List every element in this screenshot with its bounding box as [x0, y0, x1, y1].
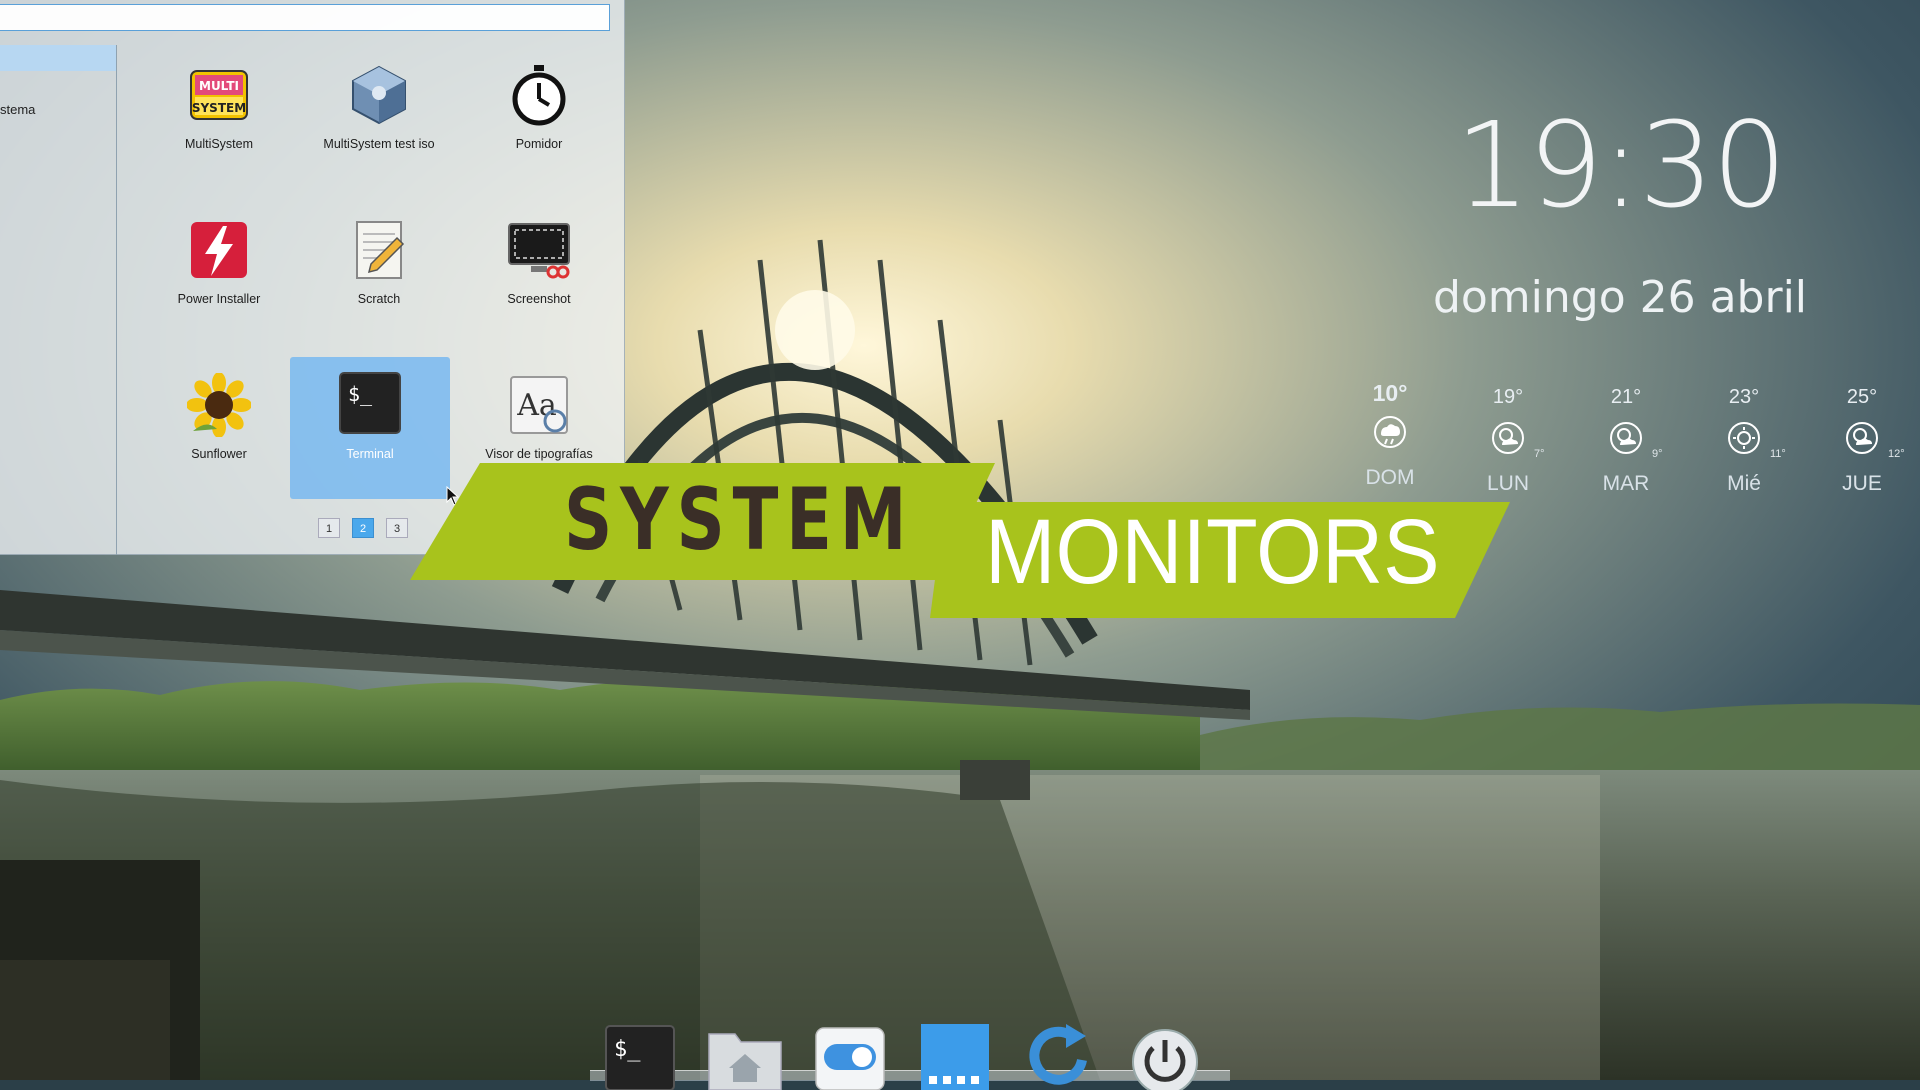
app-label: Visor de tipografías — [485, 447, 593, 461]
dock: $_ — [590, 1010, 1230, 1090]
weather-high: 23° — [1728, 386, 1760, 408]
partly-sunny-icon — [1492, 422, 1524, 454]
font-viewer-icon: Aa — [510, 376, 568, 434]
weather-high: 19° — [1492, 386, 1524, 408]
weather-low: 12° — [1888, 448, 1905, 460]
sunflower-icon — [187, 373, 251, 437]
weather-day-lun: 19° 7° LUN — [1458, 386, 1558, 495]
cloud-rain-icon — [1374, 416, 1406, 448]
weather-low: 7° — [1534, 448, 1545, 460]
sun-icon — [1728, 422, 1760, 454]
page-button-3[interactable]: 3 — [386, 518, 408, 538]
lightning-bolt-icon — [191, 222, 247, 278]
app-label: MultiSystem test iso — [323, 137, 435, 151]
weather-day-mie: 23° 11° Mié — [1694, 386, 1794, 495]
app-tile-pomidor[interactable]: Pomidor — [460, 55, 618, 197]
weather-day-label: JUE — [1842, 472, 1882, 495]
stopwatch-icon — [512, 65, 566, 126]
banner-line-1: SYSTEM — [564, 470, 915, 570]
app-label: Terminal — [346, 447, 394, 461]
dock-terminal-text: $_ — [614, 1037, 641, 1062]
app-label: Scratch — [357, 292, 401, 306]
app-tile-screenshot[interactable]: Screenshot — [460, 210, 618, 352]
weather-day-label: DOM — [1365, 466, 1415, 489]
category-item-sistema[interactable]: stema — [0, 97, 116, 123]
app-tile-multisystem-test-iso[interactable]: MultiSystem test iso — [300, 55, 458, 197]
app-grid: MULTI SYSTEM MultiSystem MultiSystem tes… — [140, 55, 620, 499]
partly-sunny-icon — [1846, 422, 1878, 454]
app-label: Screenshot — [507, 292, 571, 306]
page-button-1[interactable]: 1 — [318, 518, 340, 538]
clock-date: domingo 26 abril — [1432, 272, 1808, 323]
app-label: MultiSystem — [184, 137, 254, 151]
virtualbox-cube-icon — [352, 65, 406, 125]
weather-day-label: Mié — [1727, 472, 1761, 495]
partly-sunny-icon — [1610, 422, 1642, 454]
category-list: stema — [0, 45, 117, 555]
search-input[interactable] — [0, 4, 610, 31]
app-label: Pomidor — [515, 137, 563, 151]
screenshot-monitor-icon — [508, 223, 570, 279]
weather-day-jue: 25° 12° JUE — [1812, 386, 1912, 495]
multisystem-icon: MULTI SYSTEM — [190, 70, 248, 120]
terminal-prompt-text: $_ — [348, 382, 373, 406]
banner-line-2: MONITORS — [985, 501, 1440, 603]
category-item-selected[interactable] — [0, 45, 116, 71]
app-tile-sunflower[interactable]: Sunflower — [140, 365, 298, 507]
font-sample-text: Aa — [516, 388, 557, 423]
weather-forecast: 10° DOM 19° 7° LUN 21° 9° MAR 23° 11° Mi… — [1340, 380, 1920, 500]
weather-high: 10° — [1372, 380, 1408, 406]
clock-time: 19:30 — [1454, 96, 1787, 234]
terminal-icon: $_ — [339, 372, 401, 434]
weather-high: 21° — [1610, 386, 1642, 408]
weather-day-mar: 21° 9° MAR — [1576, 386, 1676, 495]
weather-low: 9° — [1652, 448, 1663, 460]
svg-text:SYSTEM: SYSTEM — [192, 101, 246, 115]
page-selector: 1 2 3 — [318, 518, 420, 540]
app-label: Sunflower — [191, 447, 247, 461]
weather-day-dom: 10° DOM — [1340, 380, 1440, 489]
page-button-2[interactable]: 2 — [352, 518, 374, 538]
notepad-pencil-icon — [356, 221, 405, 279]
app-tile-power-installer[interactable]: Power Installer — [140, 210, 298, 352]
weather-low: 11° — [1770, 448, 1786, 460]
svg-text:MULTI: MULTI — [199, 79, 239, 93]
weather-day-label: LUN — [1486, 472, 1529, 495]
app-label: Power Installer — [177, 292, 261, 306]
app-tile-multisystem[interactable]: MULTI SYSTEM MultiSystem — [140, 55, 298, 197]
app-tile-scratch[interactable]: Scratch — [300, 210, 458, 352]
weather-high: 25° — [1846, 386, 1878, 408]
weather-day-label: MAR — [1602, 472, 1650, 495]
